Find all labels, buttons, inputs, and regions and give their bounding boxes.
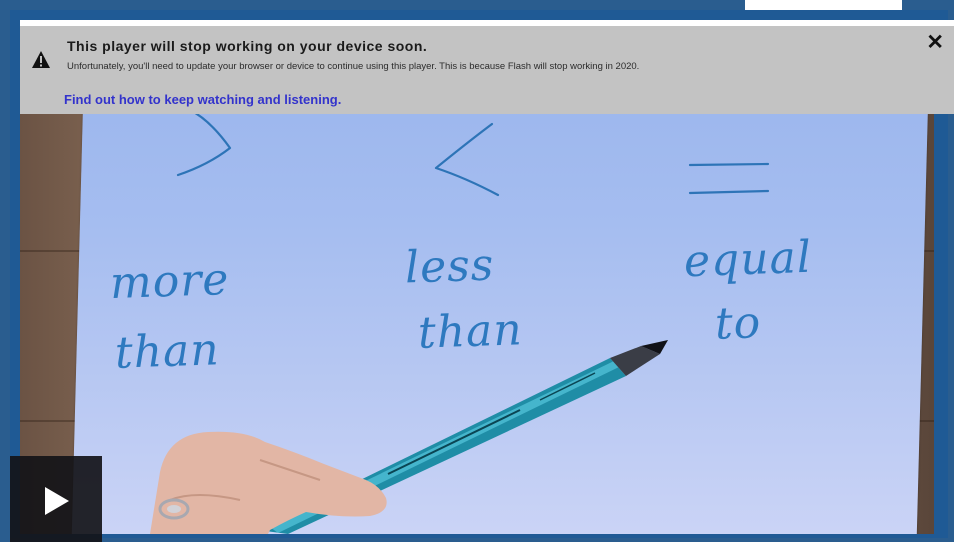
flash-deprecation-notice: This player will stop working on your de… <box>20 20 954 114</box>
hand <box>150 431 387 534</box>
play-button[interactable] <box>10 456 102 542</box>
close-icon: ✕ <box>926 31 944 54</box>
play-icon <box>45 487 69 515</box>
notice-title: This player will stop working on your de… <box>67 38 428 54</box>
video-player[interactable]: more than less than equal to This player… <box>0 0 954 542</box>
warning-icon <box>32 51 50 68</box>
keep-watching-link[interactable]: Find out how to keep watching and listen… <box>64 92 341 107</box>
close-notice-button[interactable]: ✕ <box>926 32 944 53</box>
notice-body: Unfortunately, you'll need to update you… <box>67 61 640 72</box>
